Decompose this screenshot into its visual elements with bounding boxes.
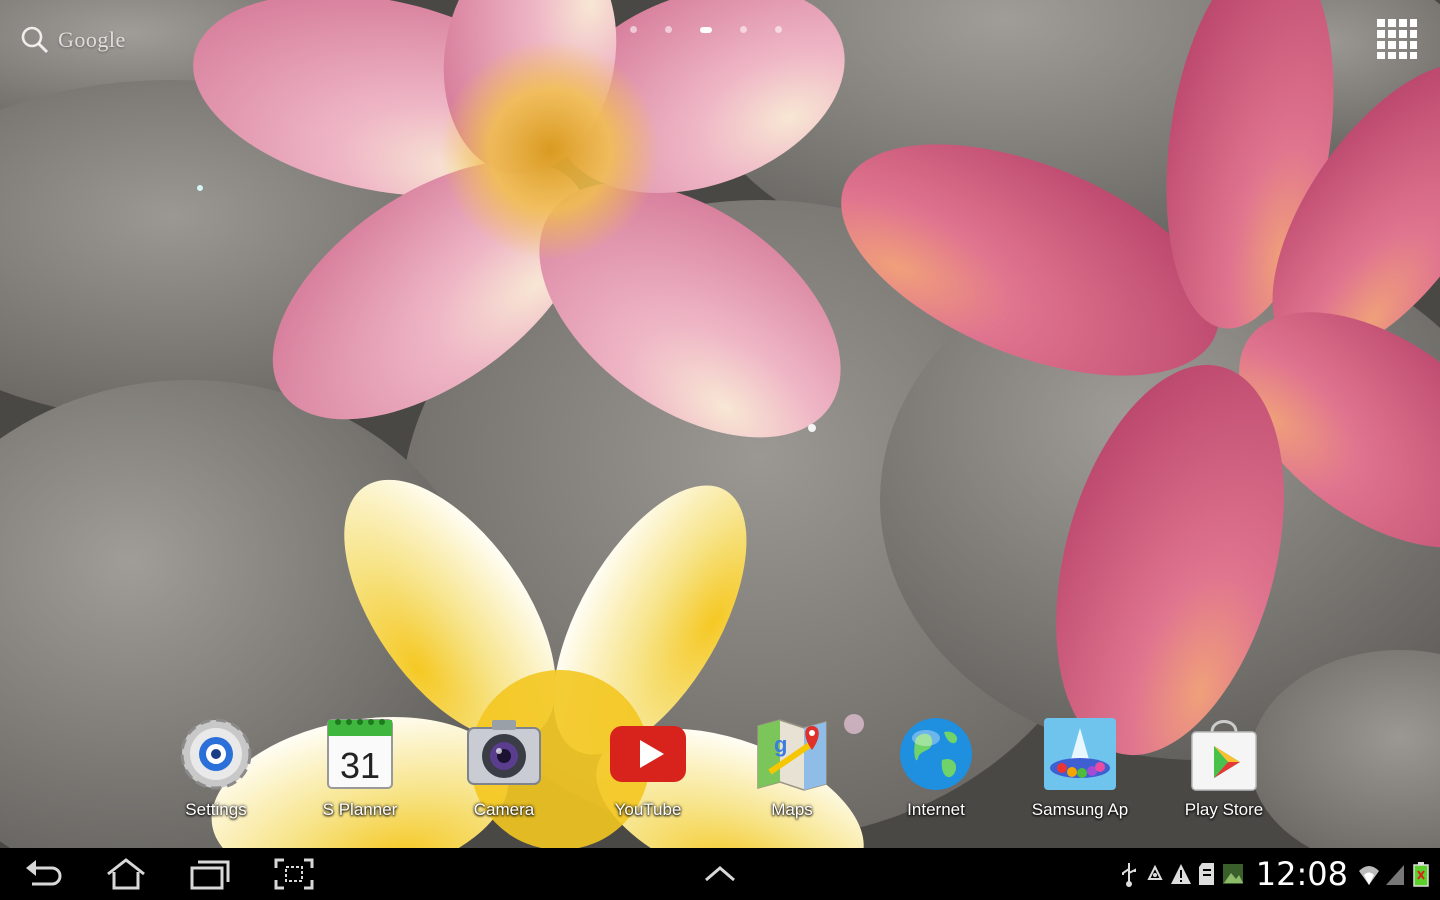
- calendar-date: 31: [340, 745, 380, 786]
- page-dot[interactable]: [665, 26, 672, 33]
- sd-card-icon: [1198, 863, 1214, 885]
- play-store-icon: [1191, 720, 1257, 791]
- app-play-store[interactable]: Play Store: [1159, 712, 1289, 820]
- app-samsung-apps[interactable]: Samsung Ap: [1015, 712, 1145, 820]
- home-page-indicator: [630, 26, 782, 33]
- recent-apps-icon[interactable]: [188, 856, 232, 892]
- app-settings[interactable]: Settings: [151, 712, 281, 820]
- page-dot[interactable]: [740, 26, 747, 33]
- status-area[interactable]: 12:08: [1118, 854, 1432, 894]
- app-internet[interactable]: Internet: [871, 712, 1001, 820]
- google-search-bar[interactable]: Google: [20, 24, 126, 56]
- warning-icon: [1170, 864, 1191, 884]
- usb-icon: [1121, 863, 1136, 887]
- chevron-up-icon[interactable]: [698, 856, 742, 892]
- samsung-apps-icon: [1044, 718, 1116, 790]
- home-icon[interactable]: [104, 856, 148, 892]
- app-dock: Settings 31 S Planner Camera YouTube g M…: [0, 712, 1440, 822]
- wifi-icon: [1359, 866, 1379, 885]
- app-s-planner[interactable]: 31 S Planner: [295, 712, 425, 820]
- app-label: Camera: [473, 800, 535, 819]
- battery-charging-icon: [1413, 862, 1429, 887]
- svg-text:g: g: [774, 732, 787, 757]
- app-label: Internet: [907, 800, 965, 819]
- page-dot-active[interactable]: [700, 26, 712, 33]
- app-label: Settings: [185, 800, 247, 819]
- calendar-icon: 31: [327, 719, 393, 789]
- recycle-icon: [1147, 864, 1163, 880]
- apps-grid-icon[interactable]: [1376, 18, 1418, 60]
- app-camera[interactable]: Camera: [439, 712, 569, 820]
- search-label: Google: [58, 27, 126, 52]
- app-label: YouTube: [614, 800, 682, 819]
- app-label: S Planner: [322, 800, 398, 819]
- app-youtube[interactable]: YouTube: [583, 712, 713, 820]
- signal-icon: [1386, 865, 1404, 885]
- page-dot[interactable]: [775, 26, 782, 33]
- app-label: Samsung Ap: [1031, 800, 1129, 819]
- app-maps[interactable]: g Maps: [727, 712, 857, 820]
- settings-gear-icon: [180, 718, 252, 790]
- app-label: Maps: [771, 800, 813, 819]
- page-dot[interactable]: [630, 26, 637, 33]
- system-navigation-bar: 12:08: [0, 848, 1440, 900]
- globe-icon: [900, 718, 972, 790]
- search-icon: [21, 26, 49, 54]
- camera-icon: [467, 720, 541, 785]
- status-clock: 12:08: [1255, 855, 1348, 893]
- back-icon[interactable]: [22, 856, 66, 892]
- image-icon: [1222, 864, 1243, 884]
- youtube-icon: [610, 726, 686, 782]
- screenshot-icon[interactable]: [272, 856, 316, 892]
- maps-icon: g: [757, 719, 827, 791]
- app-label: Play Store: [1184, 800, 1264, 819]
